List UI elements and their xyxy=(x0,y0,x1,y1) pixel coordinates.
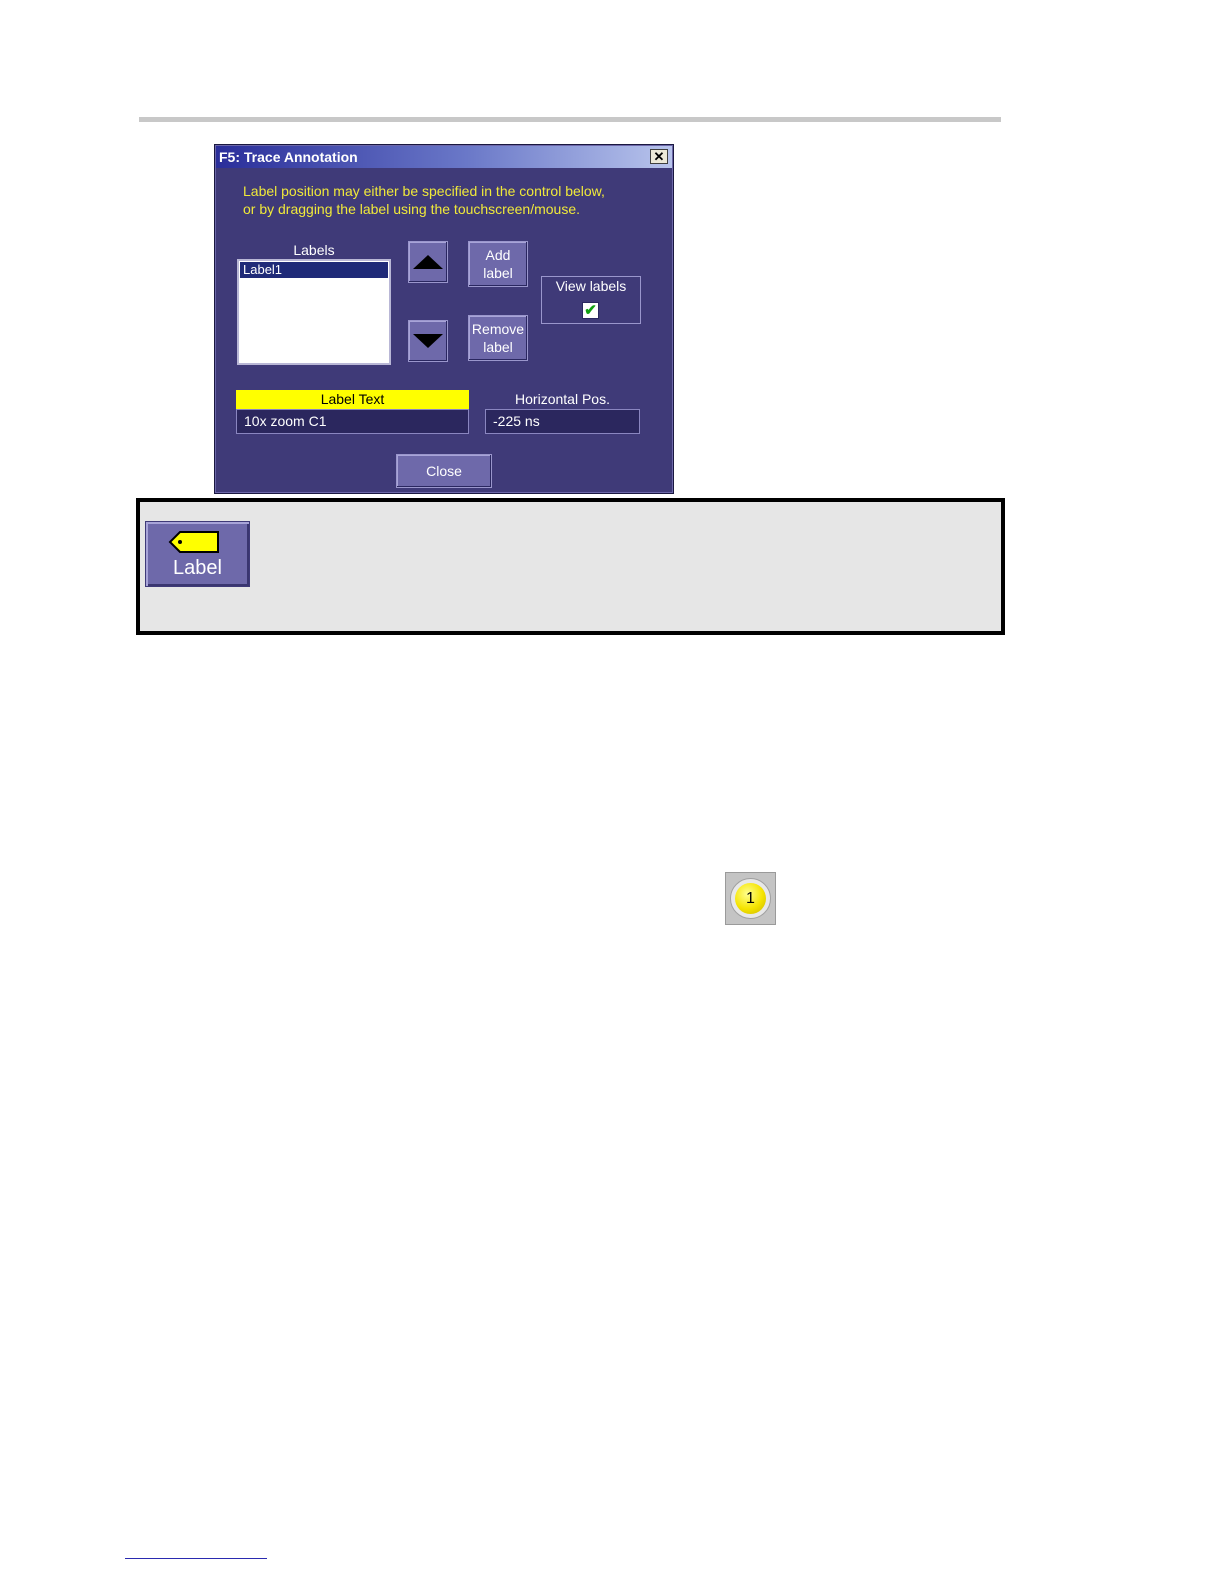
tip-panel: Label xyxy=(136,498,1005,635)
labels-listbox[interactable]: Label1 xyxy=(237,259,391,365)
info-line-2: or by dragging the label using the touch… xyxy=(243,201,580,217)
add-label-button[interactable]: Add label xyxy=(468,241,528,287)
list-item[interactable]: Label1 xyxy=(240,262,388,278)
label-toolbar-button[interactable]: Label xyxy=(145,521,250,587)
view-labels-checkbox[interactable]: ✔ xyxy=(582,302,599,319)
remove-label-button[interactable]: Remove label xyxy=(468,315,528,361)
horizontal-pos-heading: Horizontal Pos. xyxy=(515,391,610,407)
arrow-up-icon xyxy=(413,255,443,269)
move-down-button[interactable] xyxy=(408,320,448,362)
dialog-titlebar[interactable]: F5: Trace Annotation ✕ xyxy=(216,146,672,168)
marker-number: 1 xyxy=(735,883,766,914)
remove-label-line1: Remove xyxy=(471,321,525,337)
horizontal-pos-field[interactable]: -225 ns xyxy=(485,409,640,434)
trace-annotation-dialog: F5: Trace Annotation ✕ Label position ma… xyxy=(214,144,674,494)
close-icon[interactable]: ✕ xyxy=(650,149,668,164)
marker-number-icon: 1 xyxy=(725,872,776,925)
add-label-line2: label xyxy=(483,265,513,281)
footer-rule xyxy=(125,1558,267,1559)
close-button[interactable]: Close xyxy=(396,454,492,488)
labels-heading: Labels xyxy=(293,242,335,258)
view-labels-group: View labels ✔ xyxy=(541,276,641,324)
dialog-title: F5: Trace Annotation xyxy=(219,149,358,165)
view-labels-label: View labels xyxy=(555,278,627,294)
add-label-line1: Add xyxy=(485,247,511,263)
info-text: Label position may either be specified i… xyxy=(243,182,653,218)
move-up-button[interactable] xyxy=(408,241,448,283)
label-text-heading: Label Text xyxy=(236,390,469,409)
top-rule xyxy=(139,117,1001,122)
label-text-field[interactable]: 10x zoom C1 xyxy=(236,409,469,434)
info-line-1: Label position may either be specified i… xyxy=(243,183,605,199)
marker-ring: 1 xyxy=(730,878,771,919)
tag-icon xyxy=(168,531,219,553)
remove-label-line2: label xyxy=(483,339,513,355)
arrow-down-icon xyxy=(413,334,443,348)
label-button-text: Label xyxy=(173,557,222,579)
